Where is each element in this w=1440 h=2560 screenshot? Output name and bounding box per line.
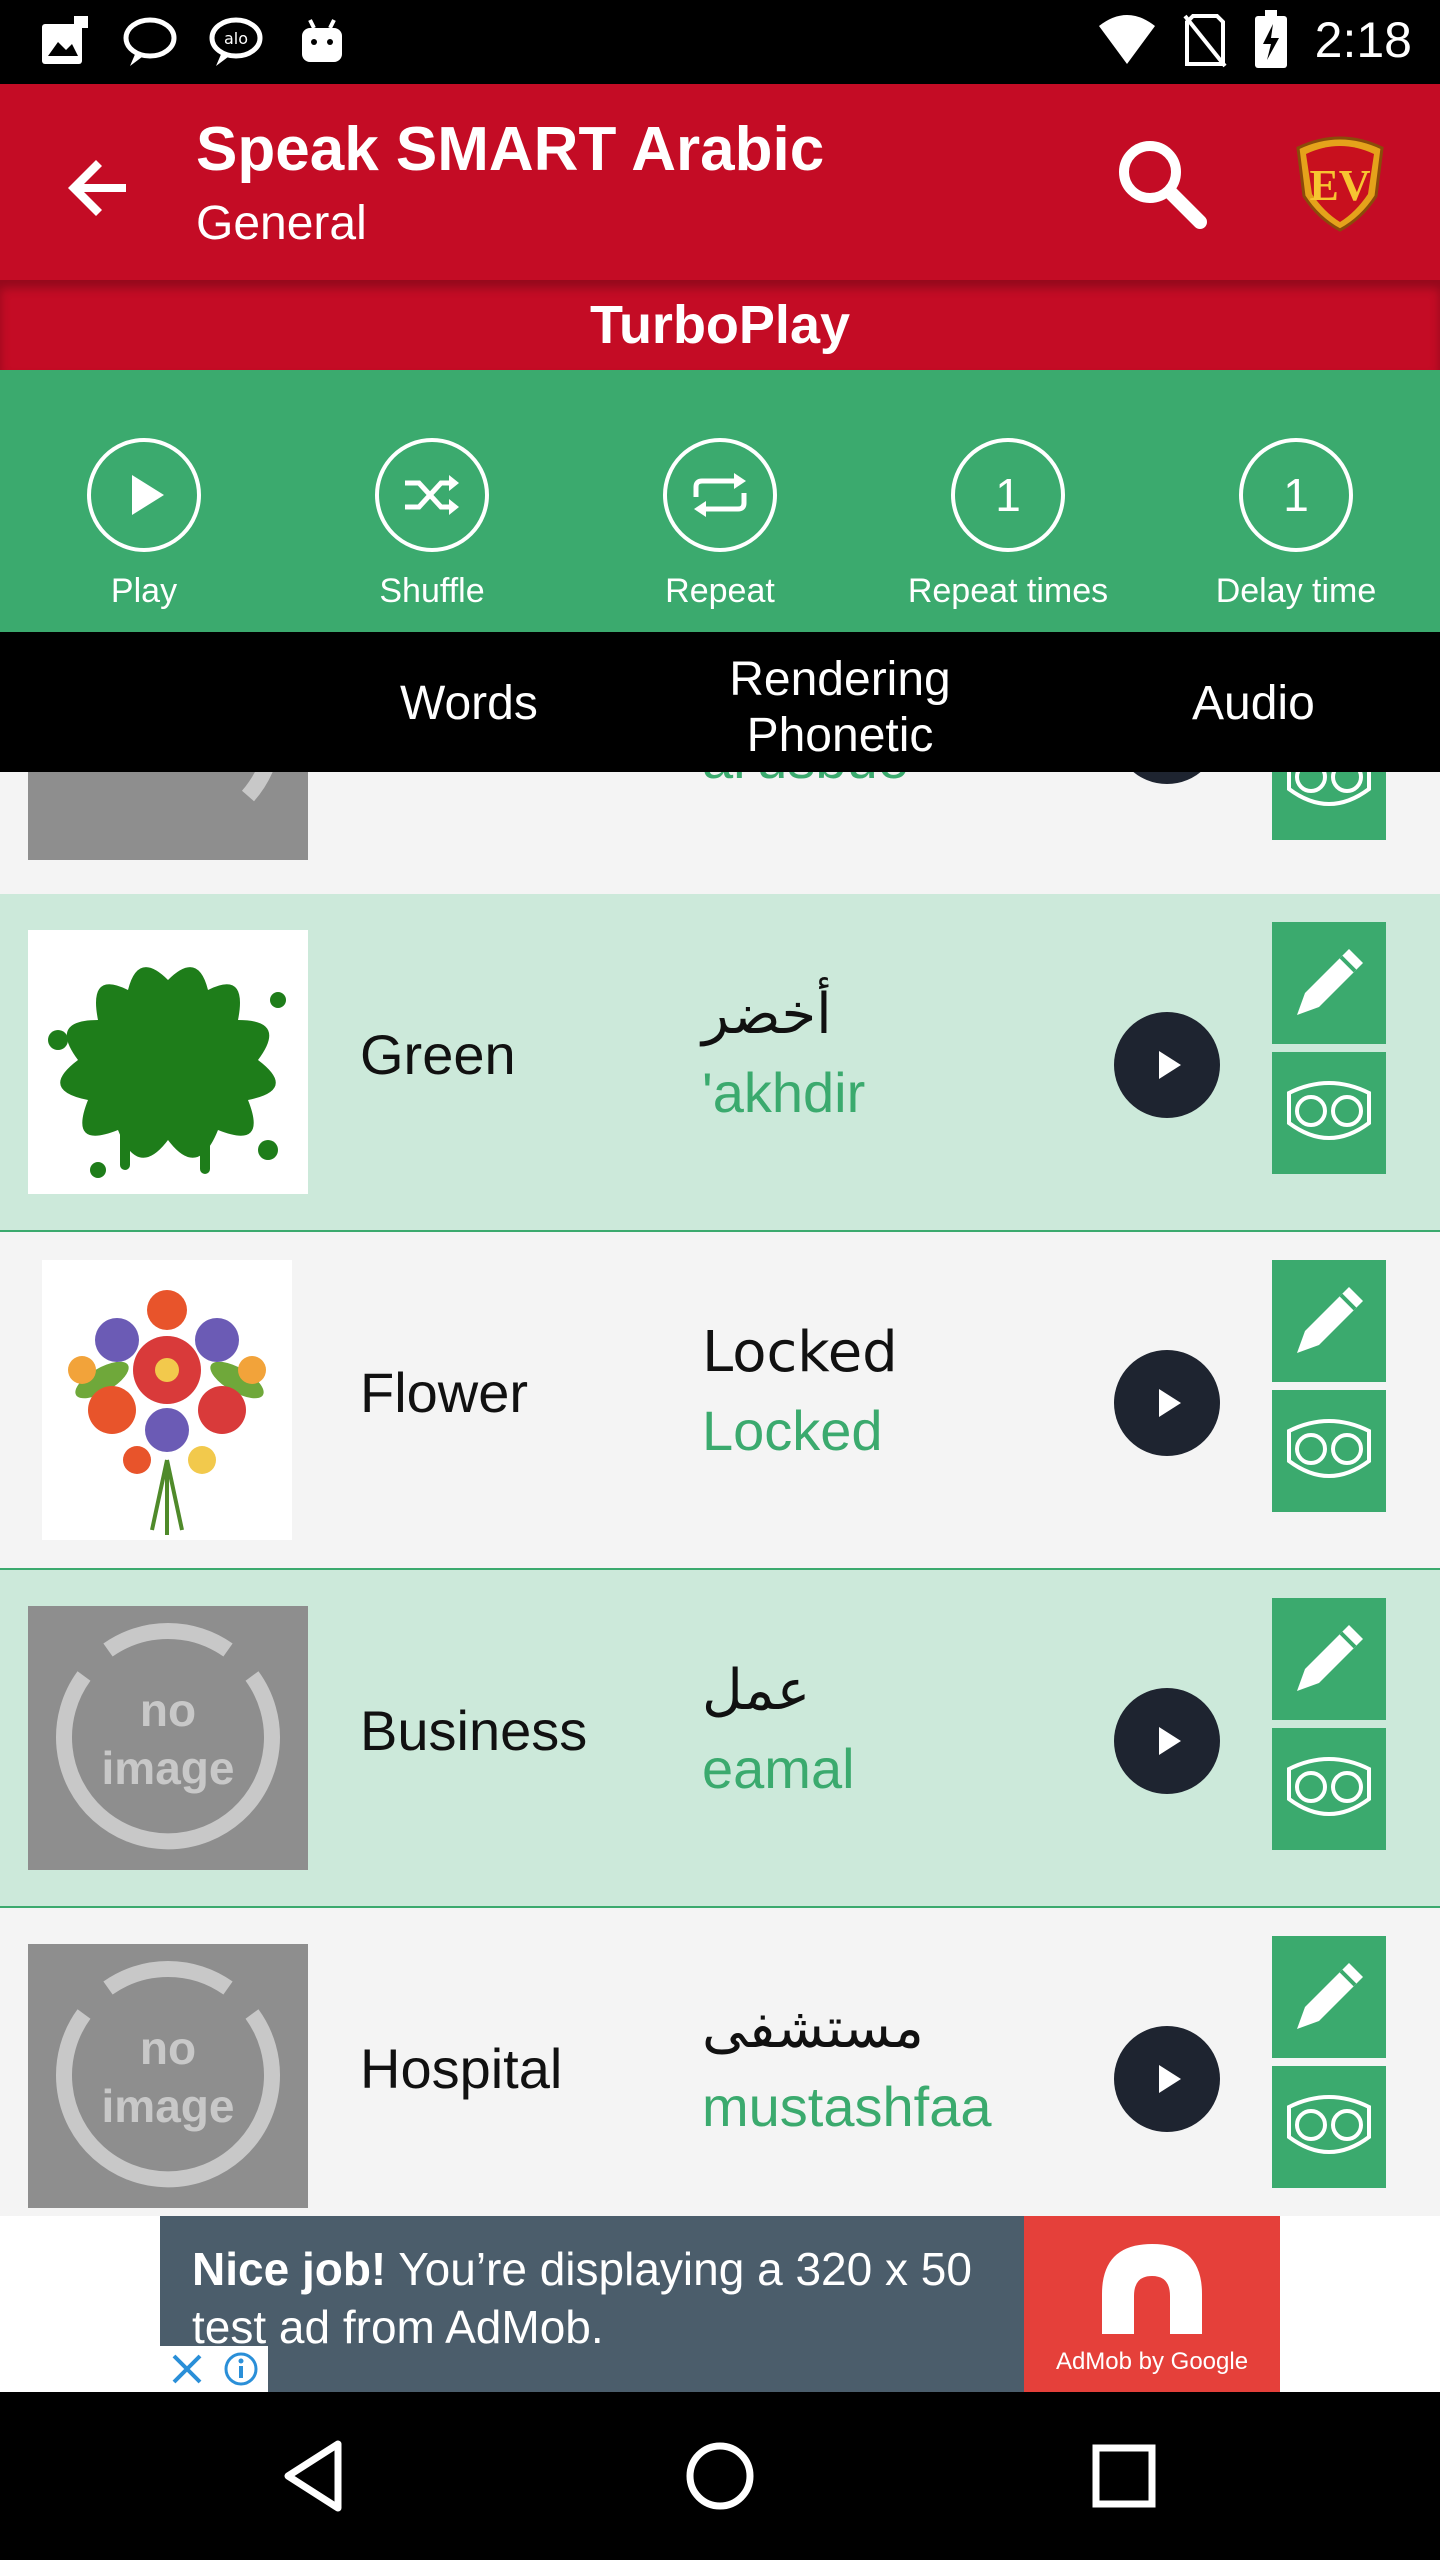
- recents-nav-icon[interactable]: [1082, 2434, 1166, 2518]
- green-splash-image: [28, 930, 308, 1194]
- column-headers: Words Rendering Phonetic Audio: [0, 632, 1440, 772]
- owl-icon[interactable]: [1272, 1052, 1386, 1174]
- word-text: Hospital: [360, 2037, 563, 2100]
- no-image-thumbnail: no image: [28, 1944, 308, 2208]
- delay-time-value[interactable]: 1: [1239, 438, 1353, 552]
- play-icon[interactable]: [87, 438, 201, 552]
- arrow-back-icon[interactable]: [58, 146, 142, 230]
- phonetic-text: 'akhdir: [702, 1061, 866, 1124]
- list-item[interactable]: al'usbue: [0, 772, 1440, 898]
- edit-button[interactable]: [1272, 1260, 1386, 1382]
- repeat-control[interactable]: Repeat: [576, 370, 864, 632]
- home-nav-icon[interactable]: [678, 2434, 762, 2518]
- edit-button[interactable]: [1272, 922, 1386, 1044]
- arabic-text: أخضر: [702, 982, 832, 1047]
- wifi-icon: [1098, 15, 1155, 64]
- repeat-times-value[interactable]: 1: [951, 438, 1065, 552]
- header-rendering: Rendering: [729, 653, 951, 706]
- ad-info-icon[interactable]: [214, 2346, 268, 2392]
- repeat-times-control[interactable]: 1 Repeat times: [864, 370, 1152, 632]
- arabic-text: عمل: [702, 1658, 811, 1723]
- play-audio-button[interactable]: [1114, 1012, 1220, 1118]
- app-bar: Speak SMART Arabic General EV: [0, 84, 1440, 280]
- header-audio: Audio: [1192, 677, 1315, 730]
- ad-controls: [160, 2346, 268, 2392]
- word-text: Green: [360, 1023, 516, 1086]
- play-audio-button[interactable]: [1114, 772, 1220, 784]
- admob-logo-panel: AdMob by Google: [1024, 2216, 1280, 2392]
- header-words: Words: [400, 677, 538, 730]
- edit-button[interactable]: [1272, 1936, 1386, 2058]
- locked-text: Locked: [702, 1320, 898, 1385]
- word-list[interactable]: al'usbue Green: [0, 772, 1440, 2216]
- phonetic-text: Locked: [702, 1399, 883, 1462]
- playback-controls: Play Shuffle Repeat 1 Repeat times 1 Del…: [0, 370, 1440, 632]
- repeat-label: Repeat: [665, 572, 775, 610]
- flower-bouquet-image: [42, 1260, 292, 1540]
- phonetic-text: mustashfaa: [702, 2075, 992, 2138]
- svg-text:EV: EV: [1309, 161, 1370, 210]
- header-rendering-phonetic: Rendering Phonetic: [700, 652, 980, 764]
- delay-time-label: Delay time: [1215, 572, 1377, 610]
- shuffle-control[interactable]: Shuffle: [288, 370, 576, 632]
- list-item[interactable]: no image Hospital مستشفى mustashfaa: [0, 1908, 1440, 2216]
- list-item[interactable]: Flower Locked Locked: [0, 1232, 1440, 1570]
- ad-banner[interactable]: Nice job! You’re displaying a 320 x 50 t…: [160, 2216, 1280, 2392]
- ad-text: Nice job! You’re displaying a 320 x 50 t…: [192, 2243, 972, 2353]
- word-text: Flower: [360, 1361, 529, 1424]
- svg-text:no: no: [140, 2022, 196, 2074]
- shuffle-icon[interactable]: [375, 438, 489, 552]
- owl-icon[interactable]: [1272, 1390, 1386, 1512]
- arabic-text: مستشفى: [702, 1996, 924, 2061]
- app-title: Speak SMART Arabic: [196, 115, 825, 184]
- svg-text:no: no: [140, 1684, 196, 1736]
- no-image-thumbnail: [28, 772, 308, 860]
- no-image-thumbnail: no image: [28, 1606, 308, 1870]
- chat-bubble-icon: alo: [209, 17, 263, 66]
- android-icon: [302, 19, 342, 62]
- svg-text:image: image: [102, 1742, 235, 1794]
- play-control[interactable]: Play: [0, 370, 288, 632]
- admob-logo-icon: [1102, 2244, 1202, 2334]
- battery-charging-icon: [1254, 10, 1287, 68]
- ad-close-icon[interactable]: [160, 2346, 214, 2392]
- shuffle-label: Shuffle: [379, 572, 485, 610]
- phonetic-text: al'usbue: [702, 772, 909, 791]
- list-item[interactable]: no image Business عمل eamal: [0, 1570, 1440, 1908]
- admob-brand-text: AdMob by Google: [1055, 2348, 1249, 2375]
- svg-text:image: image: [102, 2080, 235, 2132]
- turboplay-bar[interactable]: TurboPlay: [0, 280, 1440, 370]
- clock: 2:18: [1314, 12, 1412, 68]
- edit-button[interactable]: [1272, 1598, 1386, 1720]
- owl-icon[interactable]: [1272, 1728, 1386, 1850]
- word-text: Business: [360, 1699, 588, 1762]
- app-subtitle: General: [196, 197, 367, 250]
- phonetic-text: eamal: [702, 1737, 855, 1800]
- search-icon[interactable]: [1112, 134, 1208, 230]
- owl-icon[interactable]: [1272, 772, 1386, 840]
- list-item[interactable]: Green أخضر 'akhdir: [0, 894, 1440, 1232]
- play-audio-button[interactable]: [1114, 1688, 1220, 1794]
- play-audio-button[interactable]: [1114, 1350, 1220, 1456]
- chat-bubble-icon: [123, 17, 177, 66]
- back-nav-icon[interactable]: [274, 2434, 358, 2518]
- delay-time-control[interactable]: 1 Delay time: [1152, 370, 1440, 632]
- svg-text:alo: alo: [224, 29, 248, 48]
- ad-area: Nice job! You’re displaying a 320 x 50 t…: [0, 2216, 1440, 2392]
- no-sim-icon: [1183, 14, 1227, 68]
- owl-icon[interactable]: [1272, 2066, 1386, 2188]
- status-bar: alo 2:18: [0, 0, 1440, 84]
- header-phonetic: Phonetic: [746, 709, 934, 762]
- navigation-bar: [0, 2392, 1440, 2560]
- ev-logo[interactable]: EV: [1292, 132, 1388, 232]
- repeat-icon[interactable]: [663, 438, 777, 552]
- repeat-times-label: Repeat times: [907, 572, 1109, 610]
- photo-notification-icon: [42, 16, 88, 64]
- play-label: Play: [110, 572, 178, 610]
- play-audio-button[interactable]: [1114, 2026, 1220, 2132]
